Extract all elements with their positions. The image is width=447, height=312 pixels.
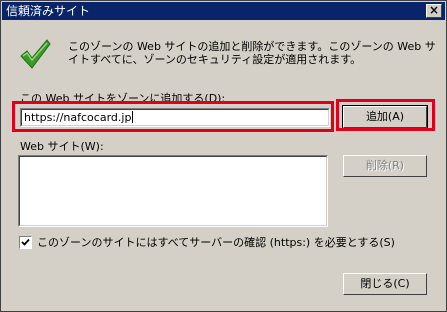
close-button-label: 閉じる(C)	[360, 277, 410, 290]
remove-button[interactable]: 削除(R)	[343, 155, 427, 177]
https-required-checkbox[interactable]	[19, 236, 32, 249]
add-button-highlight-box	[336, 99, 435, 131]
remove-button-label: 削除(R)	[365, 159, 405, 172]
sites-list-label: Web サイト(W):	[20, 140, 104, 153]
close-icon: ×	[428, 3, 440, 17]
dialog-title: 信頼済みサイト	[6, 4, 91, 18]
sites-list[interactable]	[18, 155, 328, 227]
zone-description: このゾーンの Web サイトの追加と削除ができます。このゾーンの Web サイト…	[68, 40, 436, 66]
title-close-button[interactable]: ×	[426, 3, 442, 18]
checkmark-icon	[20, 39, 51, 69]
title-bar[interactable]: 信頼済みサイト ×	[2, 2, 445, 20]
input-highlight-box	[12, 101, 334, 132]
close-button[interactable]: 閉じる(C)	[343, 273, 427, 295]
checkbox-check-icon	[21, 238, 30, 246]
https-required-label[interactable]: このゾーンのサイトにはすべてサーバーの確認 (https:) を必要とする(S)	[37, 236, 395, 249]
